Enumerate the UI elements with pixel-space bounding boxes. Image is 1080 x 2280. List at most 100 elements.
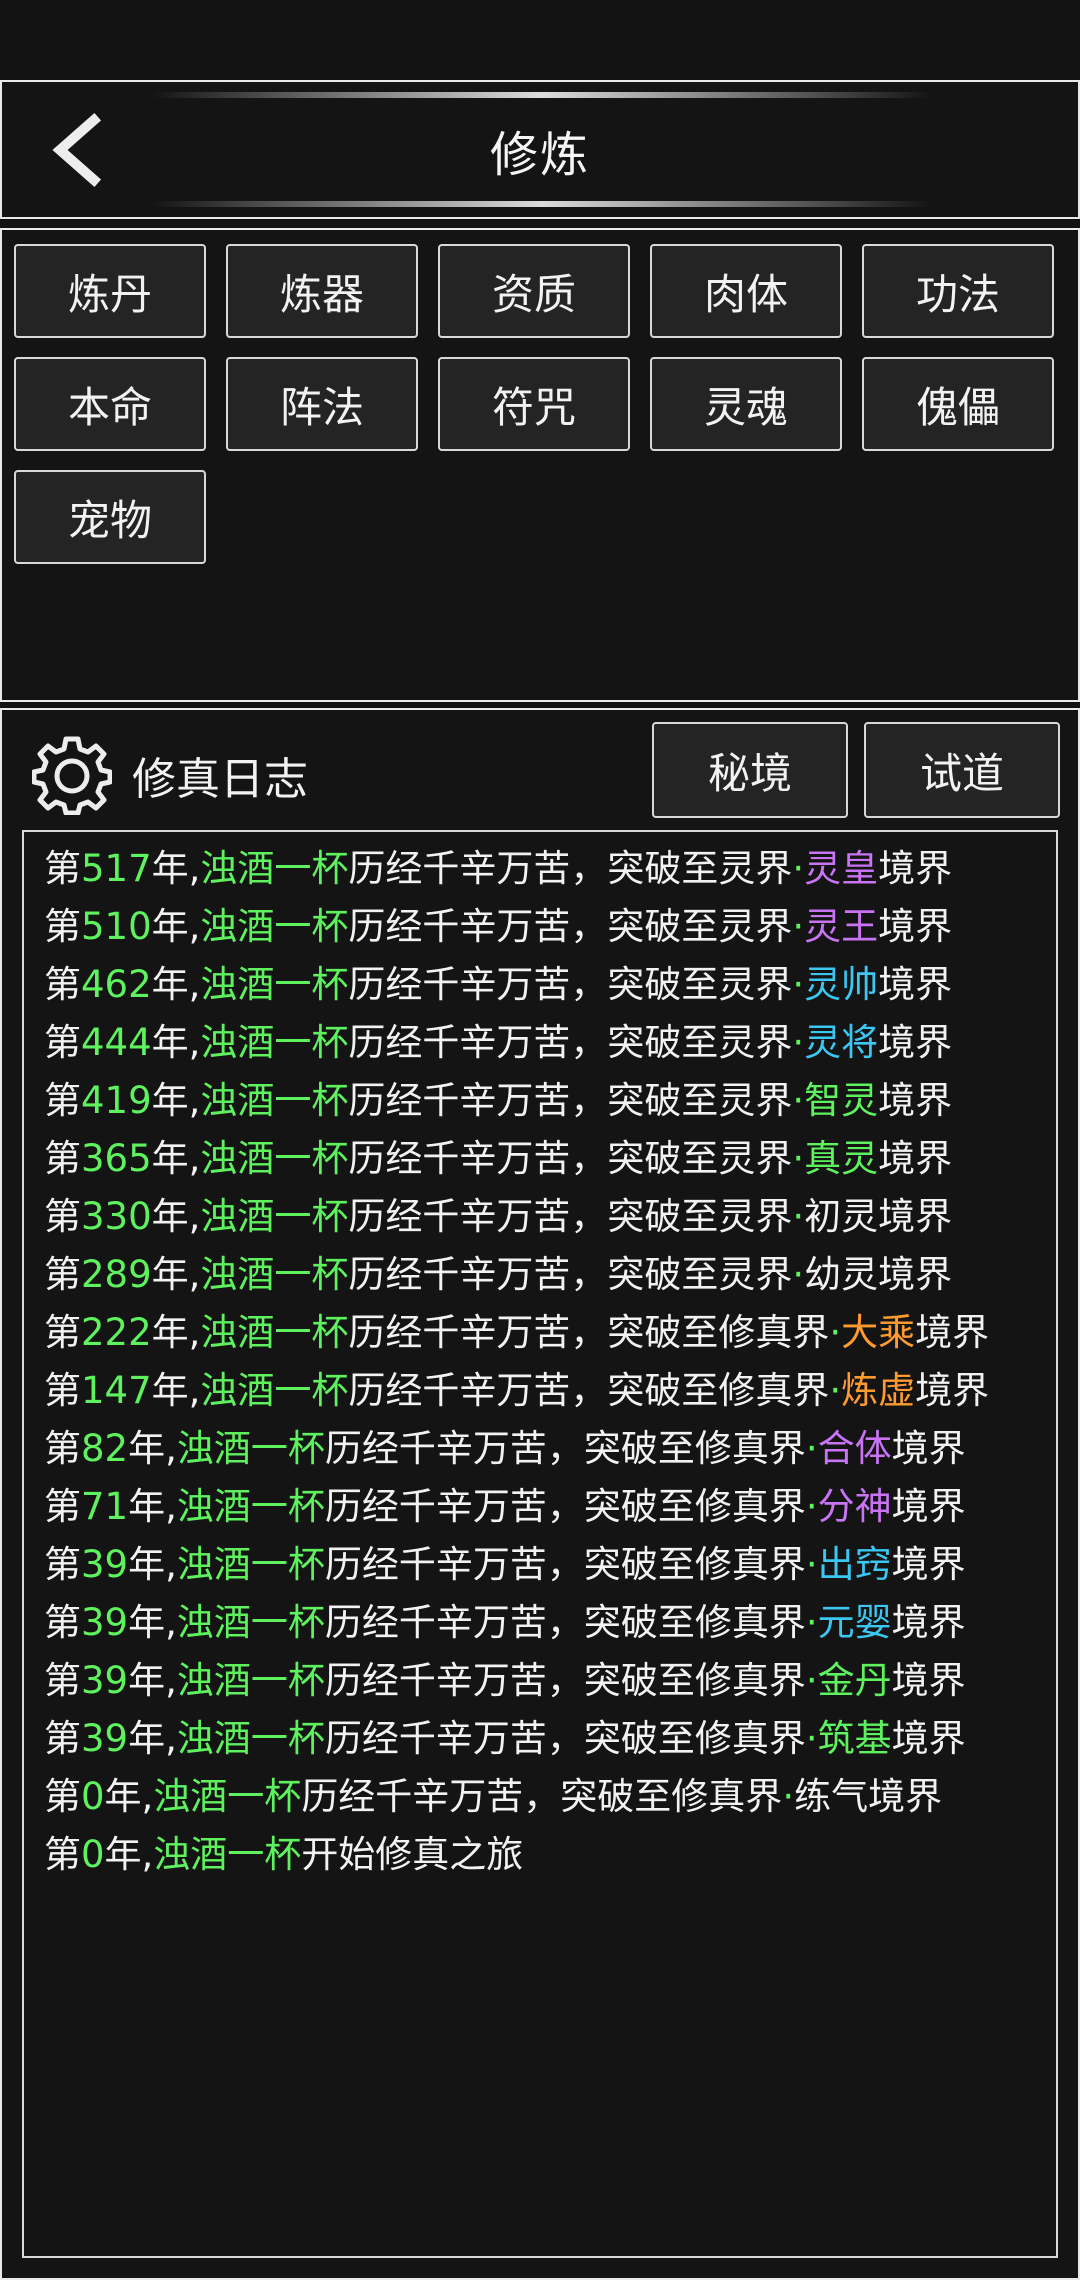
log-entry-action: 开始修真之旅 <box>301 1833 524 1876</box>
log-entry-suffix: 境界 <box>891 1601 966 1644</box>
log-entry-suffix: 境界 <box>915 1311 990 1354</box>
log-entry-separator: · <box>805 1601 818 1644</box>
log-entry: 第147年,浊酒一杯历经千辛万苦，突破至修真界·炼虚境界 <box>44 1362 989 1420</box>
log-entry-year: 39 <box>81 1717 129 1760</box>
log-entry-separator: · <box>829 1311 842 1354</box>
log-entry-prefix: 第 <box>44 1137 81 1180</box>
log-entry-year: 510 <box>81 905 152 948</box>
category-button-linghun[interactable]: 灵魂 <box>650 357 842 451</box>
log-entry: 第39年,浊酒一杯历经千辛万苦，突破至修真界·金丹境界 <box>44 1652 966 1710</box>
log-entry-action: 历经千辛万苦，突破至灵界 <box>348 1253 793 1296</box>
log-entry: 第39年,浊酒一杯历经千辛万苦，突破至修真界·筑基境界 <box>44 1710 966 1768</box>
log-list[interactable]: 第517年,浊酒一杯历经千辛万苦，突破至灵界·灵皇境界 第510年,浊酒一杯历经千… <box>22 830 1058 2258</box>
log-entry-action: 历经千辛万苦，突破至灵界 <box>348 847 793 890</box>
log-entry-prefix: 第 <box>44 905 81 948</box>
log-entry-prefix: 第 <box>44 1775 81 1818</box>
category-button-zhenfa[interactable]: 阵法 <box>226 357 418 451</box>
log-entry-realm: 智灵 <box>804 1079 879 1122</box>
log-entry-suffix: 境界 <box>878 905 953 948</box>
trial-path-button[interactable]: 试道 <box>864 722 1060 818</box>
log-entry-realm: 元婴 <box>817 1601 892 1644</box>
log-entry-separator: · <box>805 1427 818 1470</box>
log-entry-year: 222 <box>81 1311 152 1354</box>
log-entry-player-name: 浊酒一杯 <box>200 847 349 890</box>
log-entry: 第39年,浊酒一杯历经千辛万苦，突破至修真界·元婴境界 <box>44 1594 966 1652</box>
log-entry-year-suffix: 年, <box>151 1079 201 1122</box>
log-entry-year-suffix: 年, <box>128 1659 177 1702</box>
log-entry-realm: 金丹 <box>817 1659 892 1702</box>
log-entry-suffix: 境界 <box>891 1717 966 1760</box>
header-decor-line-bottom <box>152 201 932 207</box>
log-entry-separator: · <box>829 1369 842 1412</box>
log-title: 修真日志 <box>132 754 308 805</box>
log-entry-separator: · <box>792 1079 805 1122</box>
log-entry-year-suffix: 年, <box>128 1601 177 1644</box>
category-button-kuilei[interactable]: 傀儡 <box>862 357 1054 451</box>
log-entry-player-name: 浊酒一杯 <box>200 1137 349 1180</box>
log-entry-prefix: 第 <box>44 1427 81 1470</box>
log-entry-prefix: 第 <box>44 1253 81 1296</box>
log-entry-realm: 分神 <box>817 1485 892 1528</box>
category-button-zizhi[interactable]: 资质 <box>438 244 630 338</box>
log-entry-prefix: 第 <box>44 1021 81 1064</box>
log-entry: 第71年,浊酒一杯历经千辛万苦，突破至修真界·分神境界 <box>44 1478 966 1536</box>
log-entry-player-name: 浊酒一杯 <box>200 963 349 1006</box>
log-entry: 第462年,浊酒一杯历经千辛万苦，突破至灵界·灵帅境界 <box>44 956 952 1014</box>
log-entry-year-suffix: 年, <box>128 1427 177 1470</box>
log-entry-prefix: 第 <box>44 1311 81 1354</box>
log-entry-action: 历经千辛万苦，突破至灵界 <box>348 1137 793 1180</box>
log-entry-realm: 幼灵 <box>804 1253 879 1296</box>
log-entry-suffix: 境界 <box>878 847 953 890</box>
log-entry-suffix: 境界 <box>915 1369 990 1412</box>
log-entry-realm: 大乘 <box>841 1311 916 1354</box>
log-entry-action: 历经千辛万苦，突破至修真界 <box>324 1601 806 1644</box>
log-entry-suffix: 境界 <box>878 1021 953 1064</box>
log-entry-year: 39 <box>81 1601 129 1644</box>
log-entry-separator: · <box>792 847 805 890</box>
log-entry-separator: · <box>782 1775 795 1818</box>
log-entry: 第39年,浊酒一杯历经千辛万苦，突破至修真界·出窍境界 <box>44 1536 966 1594</box>
log-entry-action: 历经千辛万苦，突破至修真界 <box>348 1311 830 1354</box>
category-button-fuzhou[interactable]: 符咒 <box>438 357 630 451</box>
log-entry-year-suffix: 年, <box>151 1137 201 1180</box>
log-entry-separator: · <box>792 1253 805 1296</box>
log-entry-action: 历经千辛万苦，突破至修真界 <box>324 1659 806 1702</box>
log-entry-year: 39 <box>81 1659 129 1702</box>
log-entry: 第365年,浊酒一杯历经千辛万苦，突破至灵界·真灵境界 <box>44 1130 952 1188</box>
category-button-lianqi[interactable]: 炼器 <box>226 244 418 338</box>
log-entry-realm: 真灵 <box>804 1137 879 1180</box>
log-entry-player-name: 浊酒一杯 <box>153 1775 302 1818</box>
log-entry-separator: · <box>792 905 805 948</box>
category-button-liandan[interactable]: 炼丹 <box>14 244 206 338</box>
category-button-benming[interactable]: 本命 <box>14 357 206 451</box>
log-entry-player-name: 浊酒一杯 <box>176 1485 325 1528</box>
log-entry-suffix: 境界 <box>878 1195 953 1238</box>
log-entry-action: 历经千辛万苦，突破至修真界 <box>301 1775 783 1818</box>
log-entry-year-suffix: 年, <box>151 1311 201 1354</box>
secret-realm-button[interactable]: 秘境 <box>652 722 848 818</box>
log-entry-year: 444 <box>81 1021 152 1064</box>
log-entry-year-suffix: 年, <box>104 1833 154 1876</box>
status-bar-area <box>0 0 1080 80</box>
log-entry-realm: 炼虚 <box>841 1369 916 1412</box>
log-entry-realm: 合体 <box>817 1427 892 1470</box>
log-entry-suffix: 境界 <box>878 1079 953 1122</box>
page-header: 修炼 <box>0 80 1080 219</box>
log-entry-player-name: 浊酒一杯 <box>200 905 349 948</box>
log-entry-separator: · <box>792 1195 805 1238</box>
log-entry-suffix: 境界 <box>891 1659 966 1702</box>
log-entry: 第444年,浊酒一杯历经千辛万苦，突破至灵界·灵将境界 <box>44 1014 952 1072</box>
log-entry: 第419年,浊酒一杯历经千辛万苦，突破至灵界·智灵境界 <box>44 1072 952 1130</box>
log-entry-player-name: 浊酒一杯 <box>200 1369 349 1412</box>
log-entry: 第0年,浊酒一杯开始修真之旅 <box>44 1826 523 1884</box>
log-entry: 第517年,浊酒一杯历经千辛万苦，突破至灵界·灵皇境界 <box>44 840 952 898</box>
gear-icon[interactable] <box>32 735 112 815</box>
log-entry-realm: 灵帅 <box>804 963 879 1006</box>
category-button-chongwu[interactable]: 宠物 <box>14 470 206 564</box>
log-entry-action: 历经千辛万苦，突破至灵界 <box>348 963 793 1006</box>
log-entry-year: 419 <box>81 1079 152 1122</box>
log-entry-player-name: 浊酒一杯 <box>176 1543 325 1586</box>
log-entry-action: 历经千辛万苦，突破至灵界 <box>348 1021 793 1064</box>
category-button-routi[interactable]: 肉体 <box>650 244 842 338</box>
category-button-gongfa[interactable]: 功法 <box>862 244 1054 338</box>
